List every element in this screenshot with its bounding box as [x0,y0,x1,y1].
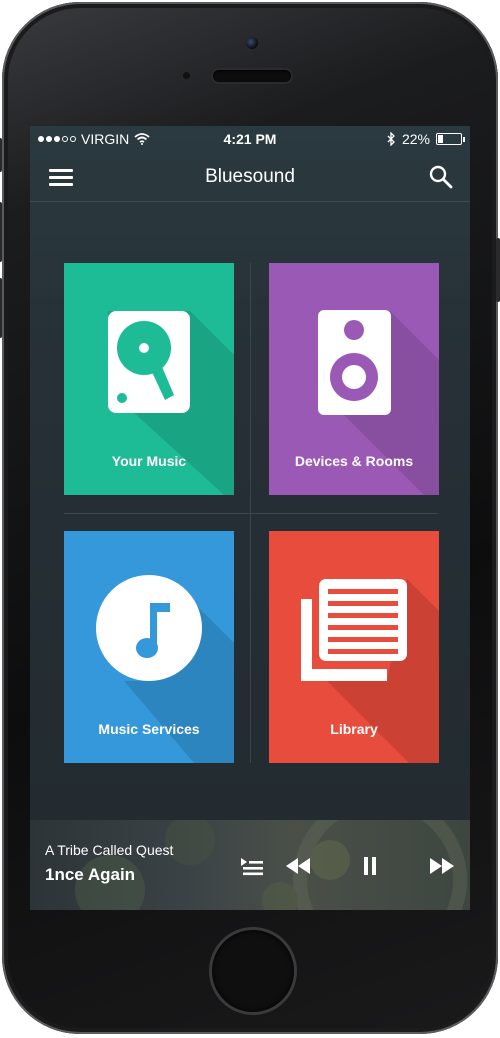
front-camera [246,37,258,49]
search-icon[interactable] [428,164,454,190]
grid-divider-horizontal [64,513,438,514]
home-button[interactable] [212,930,294,1012]
bluetooth-icon [387,132,395,146]
now-playing-artist: A Tribe Called Quest [45,842,174,858]
pause-icon[interactable] [362,856,378,876]
now-playing-track: 1nce Again [45,865,136,884]
mute-switch [0,138,2,172]
tile-devices-rooms[interactable]: Devices & Rooms [269,263,439,495]
volume-down-button [0,278,2,338]
tile-library[interactable]: Library [269,531,439,763]
battery-icon [436,133,465,145]
now-playing-bar[interactable]: A Tribe Called Quest 1nce Again [30,820,470,910]
app-screen: VIRGIN 4:21 PM 22% Bluesound Your Music … [30,126,470,910]
fast-forward-icon[interactable] [428,856,456,876]
queue-icon[interactable] [240,856,264,876]
page-title: Bluesound [205,166,295,187]
battery-percent: 22% [401,131,430,147]
nav-bar: Bluesound [30,152,470,202]
tile-label: Your Music [111,453,187,469]
tile-your-music[interactable]: Your Music [64,263,234,495]
power-button [496,238,500,302]
tile-music-services[interactable]: Music Services [64,531,234,763]
proximity-sensor [183,72,190,79]
tile-label: Devices & Rooms [294,453,414,469]
status-bar: VIRGIN 4:21 PM 22% [30,126,470,152]
earpiece-speaker [213,70,291,82]
rewind-icon[interactable] [284,856,312,876]
tile-label: Music Services [98,721,200,737]
tile-label: Library [330,721,378,737]
volume-up-button [0,202,2,262]
